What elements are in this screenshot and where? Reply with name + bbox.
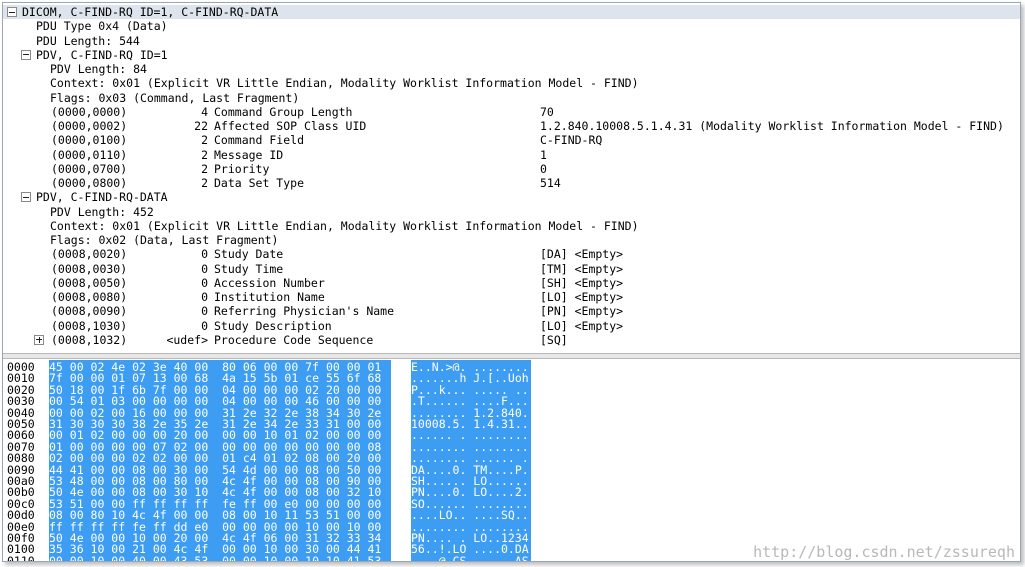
field-value: 1 xyxy=(540,147,547,162)
field-length: 0 xyxy=(201,290,208,304)
tree-item[interactable]: Flags: 0x02 (Data, Last Fragment) xyxy=(3,233,1020,247)
tree-item-label: PDV, C-FIND-RQ-DATA xyxy=(36,190,168,205)
field-length: 2 xyxy=(201,133,208,148)
field-length: 22 xyxy=(194,119,208,133)
field-name: Command Field xyxy=(214,133,305,148)
field-name: Command Group Length xyxy=(214,104,353,119)
field-length: 4 xyxy=(201,104,208,119)
field-value: [LO] <Empty> xyxy=(540,290,624,304)
field-value: [TM] <Empty> xyxy=(540,261,624,276)
field-length: 0 xyxy=(201,275,208,290)
field-value: C-FIND-RQ xyxy=(540,133,603,148)
field-tag: (0000,0700) xyxy=(51,161,128,176)
tree-item-label: Context: 0x01 (Explicit VR Little Endian… xyxy=(50,76,639,91)
tree-item-label: PDV Length: 452 xyxy=(50,204,154,219)
field-value: 0 xyxy=(540,161,547,176)
field-tag: (0008,0050) xyxy=(51,275,128,290)
field-tag: (0008,0090) xyxy=(51,304,128,319)
field-value: [PN] <Empty> xyxy=(540,304,624,319)
tree-field-row[interactable]: (0008,0030) 0 Study Time [TM] <Empty> xyxy=(3,262,1020,276)
field-tag: (0008,0080) xyxy=(51,290,128,304)
tree-field-row[interactable]: (0008,1030) 0 Study Description [LO] <Empty… xyxy=(3,319,1020,333)
tree-item[interactable]: PDV, C-FIND-RQ-DATA xyxy=(3,190,1020,204)
field-value: [SQ] xyxy=(540,332,568,347)
field-value: [DA] <Empty> xyxy=(540,247,624,262)
field-name: Accession Number xyxy=(214,275,325,290)
tree-item-label: Context: 0x01 (Explicit VR Little Endian… xyxy=(50,218,639,233)
field-name: Study Date xyxy=(214,247,284,262)
watermark: http://blog.csdn.net/zssureqh xyxy=(753,543,1015,561)
tree-item-label: PDV Length: 84 xyxy=(50,62,147,76)
hex-bytes[interactable]: 00 00 10 00 40 00 43 53 00 00 10 00 10 1… xyxy=(49,553,391,561)
tree-field-row[interactable]: (0008,0090) 0 Referring Physician's Name [P… xyxy=(3,304,1020,318)
field-name: Message ID xyxy=(214,147,284,162)
packet-bytes-pane[interactable]: 0000 45 00 02 4e 02 3e 40 00 80 06 00 00 … xyxy=(3,359,1020,561)
field-name: Referring Physician's Name xyxy=(214,304,395,319)
field-tag: (0000,0002) xyxy=(51,119,128,133)
tree-field-row[interactable]: (0000,0800) 2 Data Set Type 514 xyxy=(3,176,1020,190)
field-length: 0 xyxy=(201,318,208,333)
tree-item-label: PDU Type 0x4 (Data) xyxy=(36,19,168,34)
tree-item-label: DICOM, C-FIND-RQ ID=1, C-FIND-RQ-DATA xyxy=(22,5,279,19)
field-length: 0 xyxy=(201,304,208,319)
field-tag: (0008,0020) xyxy=(51,247,128,262)
tree-item-label: Flags: 0x02 (Data, Last Fragment) xyxy=(50,233,279,247)
tree-field-row[interactable]: (0008,1032) <udef> Procedure Code Sequence… xyxy=(3,333,1020,347)
field-value: 514 xyxy=(540,176,561,190)
field-name: Procedure Code Sequence xyxy=(214,332,374,347)
tree-item[interactable]: PDU Length: 544 xyxy=(3,34,1020,48)
tree-item[interactable]: PDV Length: 452 xyxy=(3,205,1020,219)
tree-item-label: Flags: 0x03 (Command, Last Fragment) xyxy=(50,90,300,105)
tree-field-row[interactable]: (0008,0020) 0 Study Date [DA] <Empty> xyxy=(3,247,1020,261)
tree-field-row[interactable]: (0008,0050) 0 Accession Number [SH] <Empty> xyxy=(3,276,1020,290)
field-value: 1.2.840.10008.5.1.4.31 (Modality Worklis… xyxy=(540,119,1004,133)
tree-item[interactable]: DICOM, C-FIND-RQ ID=1, C-FIND-RQ-DATA xyxy=(3,5,1020,19)
collapse-icon[interactable] xyxy=(21,192,31,203)
field-tag: (0000,0800) xyxy=(51,176,128,190)
field-value: 70 xyxy=(540,104,554,119)
field-name: Data Set Type xyxy=(214,176,305,190)
field-tag: (0008,1030) xyxy=(51,318,128,333)
field-name: Study Time xyxy=(214,261,284,276)
field-value: [SH] <Empty> xyxy=(540,275,624,290)
field-length: 0 xyxy=(201,261,208,276)
packet-details-tree[interactable]: DICOM, C-FIND-RQ ID=1, C-FIND-RQ-DATA PDU… xyxy=(3,3,1020,353)
collapse-icon[interactable] xyxy=(7,7,17,17)
field-tag: (0000,0000) xyxy=(51,104,128,119)
tree-item-label: PDU Length: 544 xyxy=(36,33,140,48)
tree-item[interactable]: Context: 0x01 (Explicit VR Little Endian… xyxy=(3,76,1020,90)
tree-item[interactable]: PDV, C-FIND-RQ ID=1 xyxy=(3,48,1020,62)
field-value: [LO] <Empty> xyxy=(540,318,624,333)
tree-item[interactable]: Context: 0x01 (Explicit VR Little Endian… xyxy=(3,219,1020,233)
field-name: Institution Name xyxy=(214,290,325,304)
field-length: 2 xyxy=(201,147,208,162)
tree-field-row[interactable]: (0000,0700) 2 Priority 0 xyxy=(3,162,1020,176)
field-length: <udef> xyxy=(166,332,208,347)
tree-field-row[interactable]: (0000,0002) 22 Affected SOP Class UID 1.2.8… xyxy=(3,119,1020,133)
packet-viewer: DICOM, C-FIND-RQ ID=1, C-FIND-RQ-DATA PDU… xyxy=(2,2,1021,562)
field-tag: (0008,0030) xyxy=(51,261,128,276)
tree-item[interactable]: PDU Type 0x4 (Data) xyxy=(3,19,1020,33)
hex-ascii[interactable]: ....@.CS ......AS xyxy=(411,553,531,561)
field-tag: (0008,1032) xyxy=(51,332,128,347)
field-length: 2 xyxy=(201,161,208,176)
tree-item[interactable]: PDV Length: 84 xyxy=(3,62,1020,76)
tree-item-label: PDV, C-FIND-RQ ID=1 xyxy=(36,47,168,62)
tree-field-row[interactable]: (0000,0000) 4 Command Group Length 70 xyxy=(3,105,1020,119)
field-name: Affected SOP Class UID xyxy=(214,119,367,133)
tree-field-row[interactable]: (0000,0100) 2 Command Field C-FIND-RQ xyxy=(3,133,1020,147)
field-name: Study Description xyxy=(214,318,332,333)
tree-field-row[interactable]: (0008,0080) 0 Institution Name [LO] <Empty> xyxy=(3,290,1020,304)
field-name: Priority xyxy=(214,161,270,176)
field-tag: (0000,0110) xyxy=(51,147,128,162)
hex-offset: 0110 xyxy=(7,553,35,561)
collapse-icon[interactable] xyxy=(21,49,31,60)
tree-field-row[interactable]: (0000,0110) 2 Message ID 1 xyxy=(3,148,1020,162)
expand-icon[interactable] xyxy=(34,334,44,345)
field-tag: (0000,0100) xyxy=(51,133,128,148)
field-length: 0 xyxy=(201,247,208,262)
tree-item[interactable]: Flags: 0x03 (Command, Last Fragment) xyxy=(3,91,1020,105)
field-length: 2 xyxy=(201,176,208,190)
